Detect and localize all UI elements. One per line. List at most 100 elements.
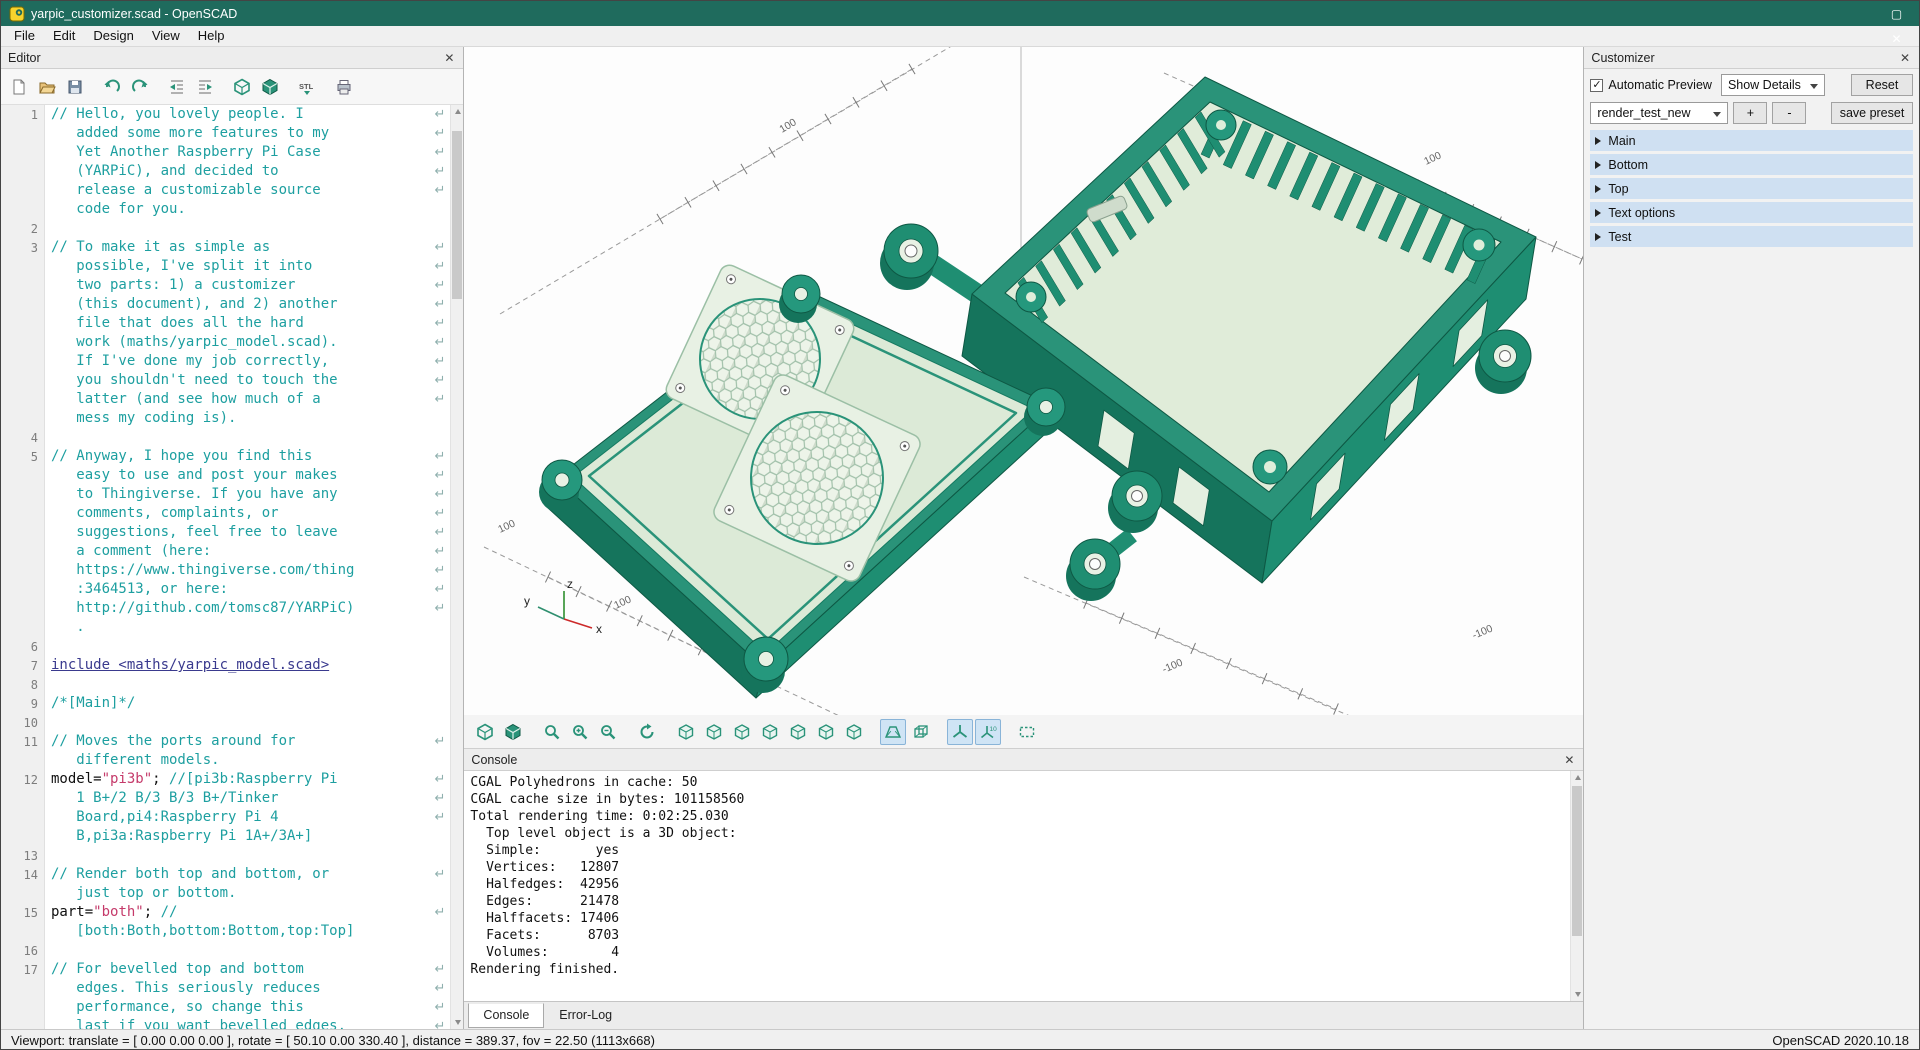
indent-icon [196,78,214,96]
view-right-button[interactable] [673,719,699,745]
customizer-close-icon[interactable]: ✕ [1898,51,1912,65]
code-line: just top or bottom. [1,884,450,903]
code-line: 4 [1,428,450,447]
preview-button[interactable] [228,73,256,101]
preset-dropdown[interactable]: render_test_new [1590,102,1728,124]
code-line: edges. This seriously reduces↵ [1,979,450,998]
code-line: [both:Both,bottom:Bottom,top:Top] [1,922,450,941]
code-text: https://www.thingiverse.com/thing [45,561,354,580]
menu-item-help[interactable]: Help [189,26,234,45]
editor-close-icon[interactable]: ✕ [442,51,456,65]
code-text: two parts: 1) a customizer [45,276,295,295]
send-to-printer-button[interactable] [330,73,358,101]
code-text: work (maths/yarpic_model.scad). [45,333,338,352]
render-icon [504,723,522,741]
orthogonal-icon [912,723,930,741]
view-front-button[interactable] [785,719,811,745]
code-line: file that does all the hard↵ [1,314,450,333]
code-line: possible, I've split it into↵ [1,257,450,276]
view-bottom-button[interactable] [729,719,755,745]
scroll-down-icon[interactable] [1571,988,1583,1001]
save-file-button[interactable] [61,73,89,101]
console-scrollbar[interactable] [1570,771,1583,1001]
undo-button[interactable] [98,73,126,101]
section-text-options[interactable]: Text options [1590,202,1913,223]
code-text: possible, I've split it into [45,257,312,276]
menu-item-view[interactable]: View [143,26,189,45]
code-text: to Thingiverse. If you have any [45,485,338,504]
menu-item-file[interactable]: File [5,26,44,45]
line-number: 3 [1,241,45,255]
wrap-marker-icon: ↵ [435,865,446,884]
code-editor[interactable]: 1// Hello, you lovely people. I↵ added s… [1,105,463,1029]
section-test[interactable]: Test [1590,226,1913,247]
section-bottom[interactable]: Bottom [1590,154,1913,175]
line-number: 17 [1,963,45,977]
title-bar[interactable]: yarpic_customizer.scad - OpenSCAD —▢✕ [1,1,1919,26]
menu-item-design[interactable]: Design [84,26,142,45]
editor-scrollbar-thumb[interactable] [452,131,462,299]
code-line: a comment (here:↵ [1,542,450,561]
console-close-icon[interactable]: ✕ [1562,753,1576,767]
line-number: 11 [1,735,45,749]
wrap-marker-icon: ↵ [435,371,446,390]
openscad-window: yarpic_customizer.scad - OpenSCAD —▢✕ Fi… [0,0,1920,1050]
details-dropdown[interactable]: Show Details [1721,74,1825,96]
view-diagonal-button[interactable] [841,719,867,745]
3d-viewport[interactable]: 100100100100-100-100 [464,47,1583,715]
section-top[interactable]: Top [1590,178,1913,199]
unindent-button[interactable] [163,73,191,101]
tab-error-log[interactable]: Error-Log [544,1003,627,1028]
console-output[interactable]: CGAL Polyhedrons in cache: 50CGAL cache … [464,771,1583,1001]
console-scrollbar-thumb[interactable] [1572,786,1582,936]
maximize-button[interactable]: ▢ [1874,1,1919,26]
open-file-button[interactable] [33,73,61,101]
line-number: 4 [1,431,45,445]
wrap-marker-icon: ↵ [435,960,446,979]
code-text: [both:Both,bottom:Bottom,top:Top] [45,922,354,941]
menu-item-edit[interactable]: Edit [44,26,84,45]
orthogonal-button[interactable] [908,719,934,745]
reset-button[interactable]: Reset [1851,74,1913,96]
show-axes-button[interactable] [947,719,973,745]
code-text: file that does all the hard [45,314,304,333]
editor-scrollbar[interactable] [450,105,463,1029]
code-line: 12model="pi3b"; //[pi3b:Raspberry Pi↵ [1,770,450,789]
zoom-out-icon [599,723,617,741]
view-measure-button[interactable] [1014,719,1040,745]
console-line: Halfedges: 42956 [470,876,1583,893]
automatic-preview-checkbox[interactable]: ✓ [1590,79,1603,92]
view-top-button[interactable] [701,719,727,745]
redo-button[interactable] [126,73,154,101]
preview-button[interactable] [472,719,498,745]
line-number: 14 [1,868,45,882]
save-preset-button[interactable]: save preset [1831,102,1913,124]
render-button[interactable] [500,719,526,745]
zoom-out-button[interactable] [595,719,621,745]
remove-preset-button[interactable]: - [1772,102,1806,124]
section-main[interactable]: Main [1590,130,1913,151]
add-preset-button[interactable]: + [1733,102,1767,124]
section-label: Bottom [1608,158,1648,172]
scroll-up-icon[interactable] [1571,771,1583,784]
new-file-button[interactable] [5,73,33,101]
view-back-button[interactable] [813,719,839,745]
code-line: If I've done my job correctly,↵ [1,352,450,371]
render-button[interactable] [256,73,284,101]
scroll-up-icon[interactable] [451,105,463,118]
tab-console[interactable]: Console [468,1003,544,1028]
perspective-button[interactable] [880,719,906,745]
indent-button[interactable] [191,73,219,101]
code-text: model="pi3b"; //[pi3b:Raspberry Pi [45,770,338,789]
reset-view-button[interactable] [634,719,660,745]
export-stl-button[interactable] [293,73,321,101]
zoom-in-button[interactable] [567,719,593,745]
console-tab-bar: ConsoleError-Log [464,1001,1583,1029]
show-scale-markers-button[interactable] [975,719,1001,745]
scroll-down-icon[interactable] [451,1016,463,1029]
view-all-button[interactable] [539,719,565,745]
view-left-button[interactable] [757,719,783,745]
wrap-marker-icon: ↵ [435,542,446,561]
view-measure-icon [1018,723,1036,741]
console-line: Simple: yes [470,842,1583,859]
